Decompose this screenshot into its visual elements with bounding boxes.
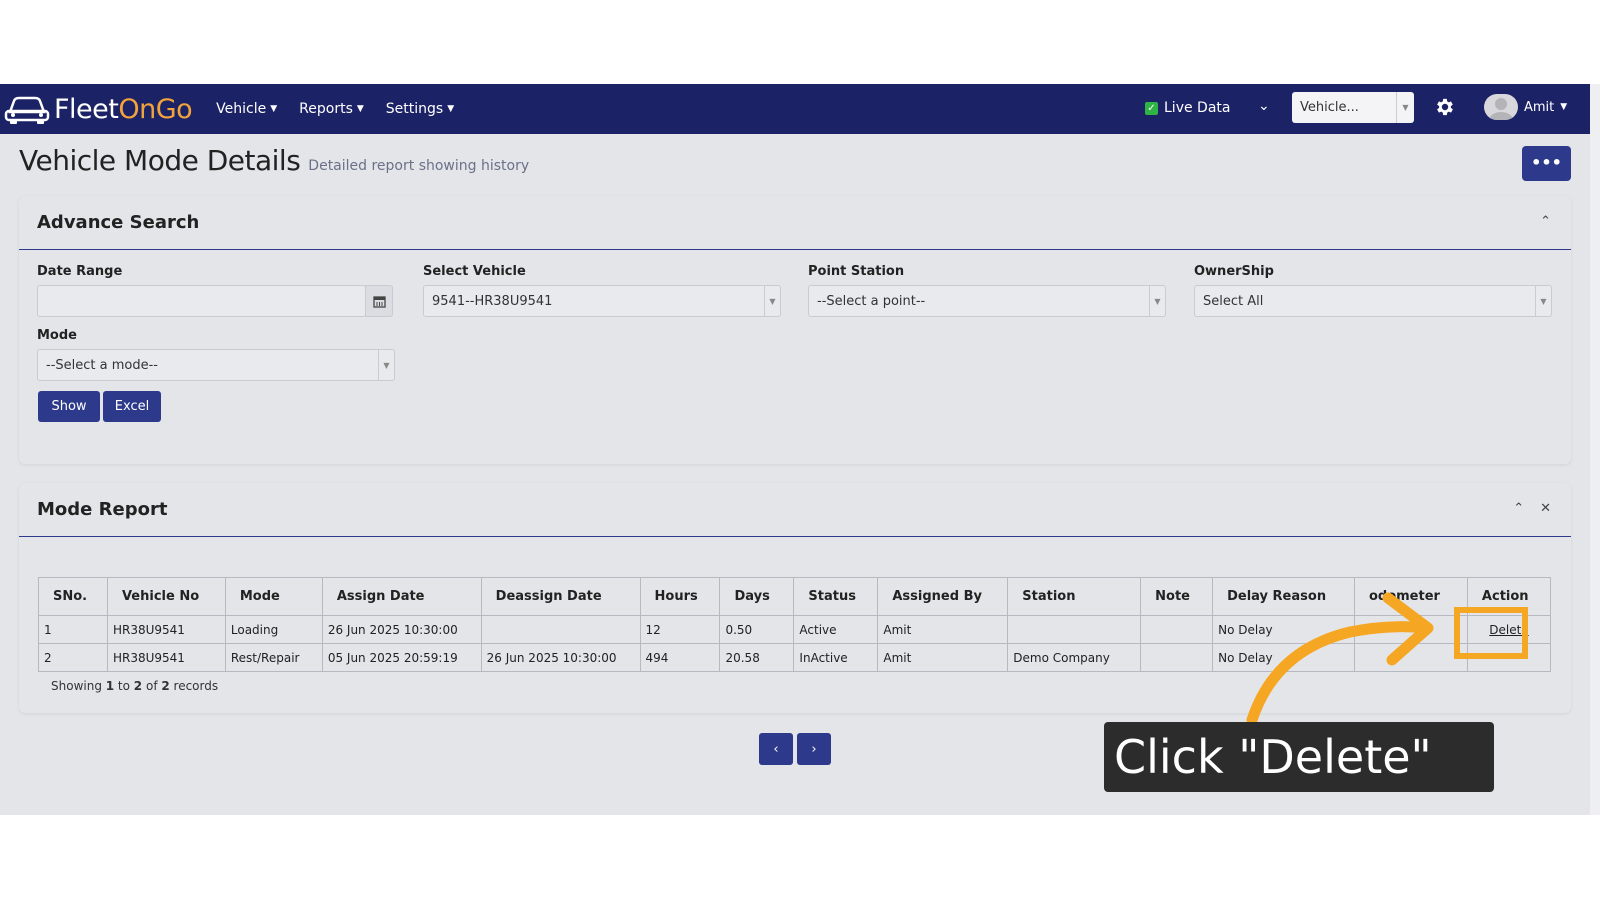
cell-mode: Loading [224, 615, 323, 644]
page-title: Vehicle Mode Details [19, 144, 301, 177]
select-arrow-icon: ▼ [1149, 286, 1165, 316]
point-station-label: Point Station [808, 264, 905, 279]
cell-note [1140, 615, 1214, 644]
calendar-icon[interactable] [365, 285, 393, 317]
chevron-down-icon: ▼ [270, 104, 278, 114]
more-options-button[interactable]: ••• [1522, 146, 1571, 181]
cell-deassign-date: 26 Jun 2025 10:30:00 [480, 643, 641, 672]
user-menu[interactable]: Amit ▼ [1484, 94, 1567, 120]
cell-assigned-by: Amit [877, 643, 1009, 672]
cell-note [1140, 643, 1214, 672]
pagination: ‹ › [759, 733, 831, 765]
cell-status: Active [793, 615, 879, 644]
page-subtitle: Detailed report showing history [308, 158, 530, 174]
ownership-label: OwnerShip [1194, 264, 1274, 279]
main-nav: Vehicle ▼ Reports ▼ Settings ▼ [216, 101, 454, 117]
car-logo-icon [4, 96, 50, 124]
tutorial-callout: Click "Delete" [1104, 722, 1494, 792]
close-icon[interactable]: ✕ [1540, 501, 1551, 516]
collapse-icon[interactable]: ⌃ [1540, 214, 1551, 229]
point-station-dropdown[interactable]: --Select a point-- ▼ [808, 285, 1166, 317]
cell-sno: 1 [38, 615, 108, 644]
cell-assign-date: 26 Jun 2025 10:30:00 [321, 615, 482, 644]
top-navbar: FleetOnGo Vehicle ▼ Reports ▼ Settings ▼ ✓ … [0, 84, 1590, 134]
collapse-icon[interactable]: ⌃ [1513, 501, 1524, 516]
page-scrollbar[interactable] [1590, 84, 1600, 815]
cell-vehicle-no: HR38U9541 [106, 643, 226, 672]
logo-text: FleetOnGo [54, 93, 193, 125]
advance-search-card: Advance Search ⌃ Date Range Select Vehic… [19, 196, 1571, 464]
live-data-checkbox[interactable]: ✓ [1145, 101, 1158, 115]
select-vehicle-dropdown[interactable]: 9541--HR38U9541 ▼ [423, 285, 781, 317]
cell-mode: Rest/Repair [224, 643, 323, 672]
col-note[interactable]: Note [1140, 577, 1214, 616]
gear-icon[interactable] [1434, 96, 1456, 122]
logo[interactable]: FleetOnGo [4, 92, 193, 126]
live-data-chevron-icon[interactable]: ⌄ [1258, 98, 1270, 114]
nav-reports[interactable]: Reports ▼ [299, 101, 364, 117]
cell-assign-date: 05 Jun 2025 20:59:19 [321, 643, 482, 672]
col-mode[interactable]: Mode [224, 577, 323, 616]
tutorial-highlight-box [1454, 607, 1528, 659]
live-data-toggle[interactable]: ✓ Live Data [1145, 100, 1230, 116]
avatar [1484, 94, 1518, 120]
nav-vehicle[interactable]: Vehicle ▼ [216, 101, 277, 117]
advance-search-title: Advance Search [37, 212, 200, 233]
cell-hours: 494 [639, 643, 721, 672]
records-summary: Showing 1 to 2 of 2 records [51, 679, 219, 693]
col-assigned-by[interactable]: Assigned By [877, 577, 1009, 616]
cell-days: 0.50 [719, 615, 795, 644]
mode-report-header: Mode Report ⌃ ✕ [19, 483, 1571, 537]
advance-search-header: Advance Search ⌃ [19, 196, 1571, 250]
nav-settings[interactable]: Settings ▼ [386, 101, 454, 117]
live-data-label: Live Data [1164, 100, 1231, 116]
col-days[interactable]: Days [719, 577, 795, 616]
chevron-down-icon: ▼ [447, 104, 455, 114]
excel-button[interactable]: Excel [103, 391, 161, 422]
chevron-down-icon: ▼ [356, 104, 364, 114]
page-header: Vehicle Mode Details Detailed report sho… [19, 144, 529, 177]
date-range-input[interactable] [37, 285, 366, 317]
select-arrow-icon: ▼ [378, 350, 394, 380]
cell-hours: 12 [639, 615, 721, 644]
user-name: Amit [1524, 99, 1555, 115]
select-arrow-icon: ▼ [1396, 92, 1414, 123]
mode-report-title: Mode Report [37, 499, 168, 520]
mode-dropdown[interactable]: --Select a mode-- ▼ [37, 349, 395, 381]
cell-vehicle-no: HR38U9541 [106, 615, 226, 644]
show-button[interactable]: Show [38, 391, 100, 422]
col-assign-date[interactable]: Assign Date [321, 577, 482, 616]
select-arrow-icon: ▼ [1535, 286, 1551, 316]
mode-label: Mode [37, 328, 77, 343]
tutorial-arrow-icon [1246, 592, 1434, 726]
cell-status: InActive [793, 643, 879, 672]
col-vehicle-no[interactable]: Vehicle No [106, 577, 226, 616]
cell-station: Demo Company [1007, 643, 1142, 672]
cell-station [1007, 615, 1142, 644]
date-range-label: Date Range [37, 264, 123, 279]
col-station[interactable]: Station [1007, 577, 1142, 616]
col-deassign-date[interactable]: Deassign Date [480, 577, 641, 616]
ownership-dropdown[interactable]: Select All ▼ [1194, 285, 1552, 317]
cell-days: 20.58 [719, 643, 795, 672]
col-hours[interactable]: Hours [639, 577, 721, 616]
chevron-down-icon: ▼ [1560, 102, 1568, 112]
cell-sno: 2 [38, 643, 108, 672]
col-sno[interactable]: SNo. [38, 577, 108, 616]
select-vehicle-label: Select Vehicle [423, 264, 526, 279]
cell-deassign-date [480, 615, 641, 644]
select-arrow-icon: ▼ [764, 286, 780, 316]
prev-page-button[interactable]: ‹ [759, 733, 793, 765]
vehicle-quick-select[interactable]: Vehicle... ▼ [1292, 92, 1414, 123]
next-page-button[interactable]: › [797, 733, 831, 765]
col-status[interactable]: Status [793, 577, 879, 616]
cell-assigned-by: Amit [877, 615, 1009, 644]
